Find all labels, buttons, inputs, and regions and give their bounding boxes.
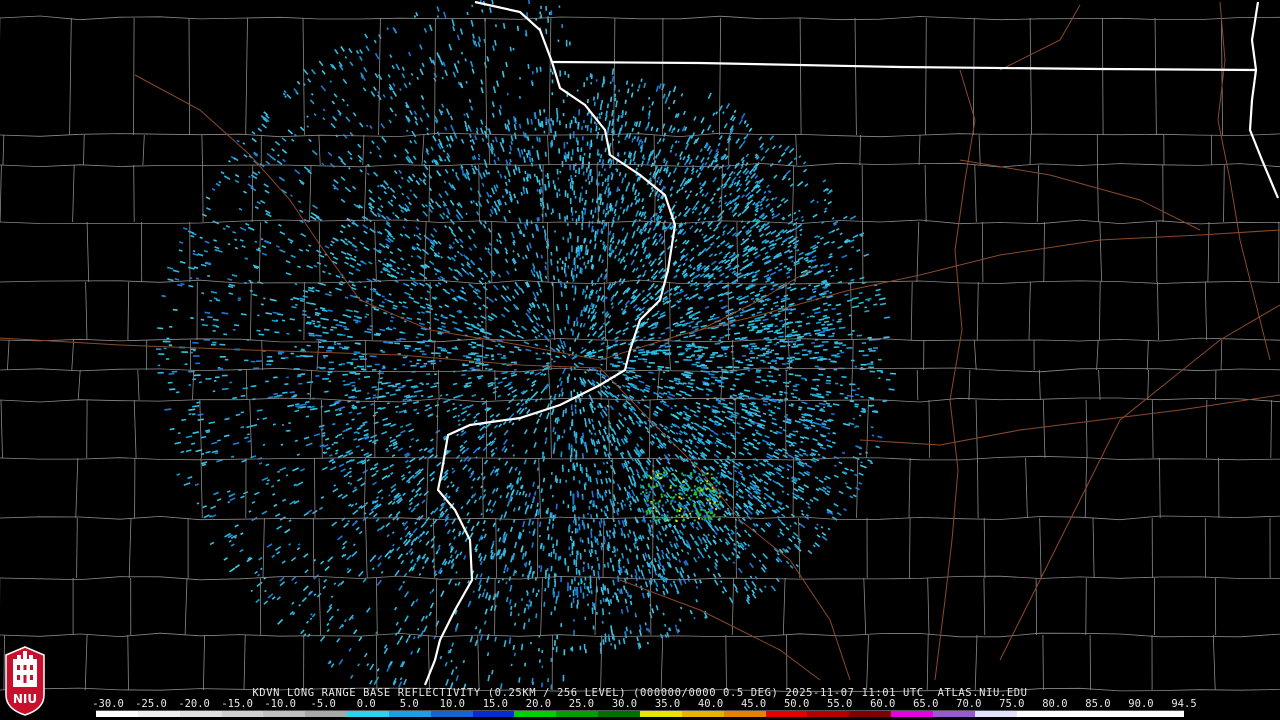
scale-label: 25.0 — [568, 698, 595, 710]
scale-label: 65.0 — [913, 698, 939, 710]
scale-swatch — [221, 711, 264, 717]
scale-label: 94.5 — [1171, 698, 1197, 710]
scale-swatch — [472, 711, 515, 717]
county-line — [1089, 634, 1091, 691]
scale-swatch — [179, 711, 222, 717]
scale-swatch — [974, 711, 1017, 717]
county-line — [1042, 634, 1044, 691]
scale-label: 50.0 — [783, 698, 810, 710]
scale-label: 0.0 — [356, 698, 376, 710]
scale-label: 75.0 — [999, 698, 1025, 710]
scale-label: 10.0 — [439, 698, 465, 710]
scale-label: 30.0 — [611, 698, 638, 710]
scale-swatch — [598, 711, 640, 717]
scale-label: 70.0 — [956, 698, 982, 710]
scale-label: 85.0 — [1085, 698, 1111, 710]
county-line — [485, 281, 487, 341]
radar-map — [0, 0, 1280, 720]
county-line — [1156, 221, 1158, 283]
county-line — [727, 281, 729, 341]
scale-label: 60.0 — [870, 698, 896, 710]
niu-logo: NIU — [5, 646, 45, 716]
county-line — [608, 399, 610, 459]
scale-swatch — [96, 711, 138, 717]
county-line — [374, 399, 376, 459]
scale-swatch — [388, 711, 431, 717]
scale-swatch — [932, 711, 975, 717]
scale-label: 5.0 — [399, 698, 419, 710]
county-line — [435, 577, 438, 636]
scale-swatch — [1058, 711, 1101, 717]
scale-label: 15.0 — [482, 698, 509, 710]
reflectivity-scale-labels: -30.0 -25.0 -20.0 -15.0 -10.0 -5.0 0.0 5.0 10.0 1… — [92, 698, 1197, 710]
scale-swatch — [347, 711, 389, 717]
scale-label: 55.0 — [827, 698, 853, 710]
scale-label: 40.0 — [697, 698, 724, 710]
scale-swatch — [430, 711, 473, 717]
scale-swatch — [765, 711, 808, 717]
scale-label: -5.0 — [310, 698, 336, 710]
scale-label: 80.0 — [1042, 698, 1068, 710]
scale-swatch — [639, 711, 682, 717]
scale-swatch — [514, 711, 557, 717]
scale-swatch — [137, 711, 180, 717]
county-line — [859, 134, 861, 166]
scale-label: 90.0 — [1128, 698, 1154, 710]
scale-label: 45.0 — [740, 698, 767, 710]
scale-swatch — [849, 711, 892, 717]
scale-label: 35.0 — [654, 698, 681, 710]
county-line — [364, 339, 367, 371]
scale-swatch — [681, 711, 724, 717]
scale-swatch — [556, 711, 599, 717]
scale-swatch — [723, 711, 766, 717]
logo-text: NIU — [13, 692, 37, 706]
county-line — [312, 517, 315, 579]
scale-label: -30.0 — [92, 698, 124, 710]
scale-swatch — [1016, 711, 1059, 717]
scale-label: -25.0 — [135, 698, 167, 710]
scale-swatch — [891, 711, 933, 717]
scale-swatch — [1142, 711, 1184, 717]
scale-label: -20.0 — [178, 698, 210, 710]
scale-swatch — [807, 711, 850, 717]
scale-label: 20.0 — [525, 698, 552, 710]
county-line — [728, 134, 730, 166]
scale-label: -10.0 — [264, 698, 296, 710]
county-line — [494, 577, 496, 636]
county-line — [1085, 577, 1087, 636]
scale-swatch — [1100, 711, 1143, 717]
county-line — [428, 164, 430, 223]
scale-swatch — [305, 711, 348, 717]
scale-label: -15.0 — [221, 698, 253, 710]
county-line — [133, 164, 135, 223]
scale-swatch — [263, 711, 306, 717]
reflectivity-color-scale — [96, 710, 1184, 717]
